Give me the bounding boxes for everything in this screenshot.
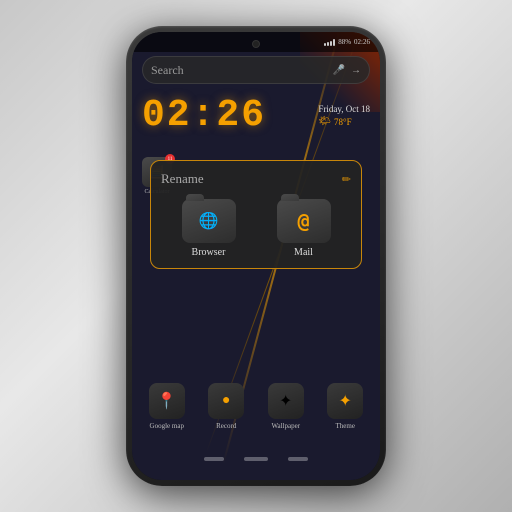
search-placeholder: Search	[151, 63, 333, 78]
clock-time: 02:26	[142, 94, 266, 137]
nav-bar	[132, 444, 380, 474]
record-symbol: ●	[222, 393, 230, 409]
microphone-icon[interactable]: 🎤	[333, 65, 345, 76]
theme-item[interactable]: ✦ Theme	[327, 383, 363, 430]
search-arrow-icon[interactable]: →	[351, 65, 361, 76]
folder-grid: 🌐 Browser @ Mail	[161, 199, 351, 258]
phone-frame: 88% 02:26 Search 🎤 → 02:26 Friday, Oct 1…	[126, 26, 386, 486]
browser-folder-icon[interactable]: 🌐	[182, 199, 236, 243]
wallpaper-label: Wallpaper	[271, 422, 300, 430]
temperature-text: 78°F	[334, 117, 352, 127]
bottom-dock: 📍 Google map ● Record ✦ Wallpaper ✦	[132, 383, 380, 430]
record-item[interactable]: ● Record	[208, 383, 244, 430]
rename-dialog[interactable]: Rename ✏ 🌐 Browser @ Mail	[150, 160, 362, 269]
nav-recents-button[interactable]	[288, 457, 308, 461]
status-right: 88% 02:26	[324, 38, 370, 46]
mail-folder-icon[interactable]: @	[277, 199, 331, 243]
theme-symbol: ✦	[339, 391, 352, 411]
clock-date: Friday, Oct 18	[318, 104, 370, 114]
search-bar[interactable]: Search 🎤 →	[142, 56, 370, 84]
browser-label: Browser	[192, 247, 226, 258]
clock-right: Friday, Oct 18 🌤 78°F	[318, 104, 370, 127]
wallpaper-icon[interactable]: ✦	[268, 383, 304, 419]
battery-text: 88%	[338, 38, 351, 46]
wallpaper-item[interactable]: ✦ Wallpaper	[268, 383, 304, 430]
globe-icon: 🌐	[199, 211, 219, 231]
wallpaper-symbol: ✦	[279, 391, 292, 411]
google-map-label: Google map	[150, 422, 184, 430]
nav-back-button[interactable]	[204, 457, 224, 461]
edit-icon[interactable]: ✏	[342, 173, 351, 186]
google-map-item[interactable]: 📍 Google map	[149, 383, 185, 430]
map-symbol: 📍	[157, 391, 177, 411]
weather-display: 🌤 78°F	[318, 116, 370, 127]
phone-screen: 88% 02:26 Search 🎤 → 02:26 Friday, Oct 1…	[132, 32, 380, 480]
camera-dot	[252, 40, 260, 48]
record-label: Record	[216, 422, 236, 430]
nav-home-button[interactable]	[244, 457, 268, 461]
mail-folder-item[interactable]: @ Mail	[277, 199, 331, 258]
record-icon[interactable]: ●	[208, 383, 244, 419]
mail-label: Mail	[294, 247, 313, 258]
rename-title: Rename	[161, 171, 204, 187]
rename-header: Rename ✏	[161, 171, 351, 187]
theme-label: Theme	[336, 422, 355, 430]
theme-icon[interactable]: ✦	[327, 383, 363, 419]
search-icons: 🎤 →	[333, 65, 361, 76]
weather-icon: 🌤	[318, 116, 331, 127]
mail-icon: @	[297, 209, 309, 233]
browser-folder-item[interactable]: 🌐 Browser	[182, 199, 236, 258]
google-map-icon[interactable]: 📍	[149, 383, 185, 419]
clock-area: 02:26 Friday, Oct 18 🌤 78°F	[142, 94, 370, 137]
signal-icon	[324, 38, 335, 46]
time-status: 02:26	[354, 38, 370, 46]
